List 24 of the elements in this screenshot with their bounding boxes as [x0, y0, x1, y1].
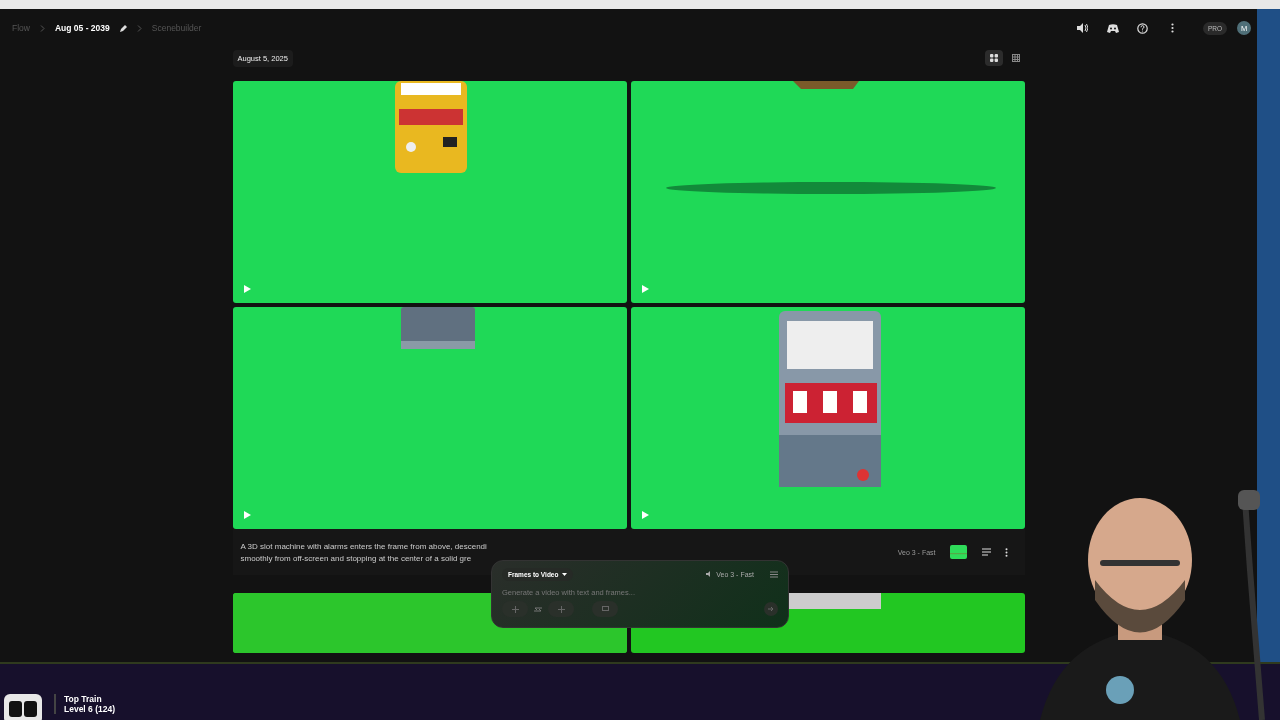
chevron-icon [39, 24, 45, 32]
ingredients-button[interactable] [592, 601, 618, 617]
plus-icon [557, 605, 565, 613]
grid-view-button[interactable] [984, 50, 1003, 66]
chevron-icon [136, 24, 142, 32]
pencil-icon[interactable] [119, 24, 127, 32]
channel-logo [4, 694, 42, 720]
prompt-text: A 3D slot machine with alarms enters the frame from above, descendi [240, 541, 487, 551]
prompt-text: smoothly from off-screen and stopping at the center of a solid gre [240, 553, 473, 563]
caret-icon [562, 572, 568, 576]
arrow-icon [768, 606, 774, 612]
table-icon [1011, 54, 1020, 62]
overlay-subtitle: Level 6 (124) [64, 704, 116, 714]
swap-icon[interactable] [534, 605, 542, 613]
grid-icon [989, 54, 998, 62]
breadcrumb-link[interactable]: Aug 05 - 2039 [54, 23, 110, 33]
help-icon[interactable] [1134, 20, 1151, 36]
frame-icon [601, 605, 609, 613]
settings-icon[interactable] [770, 570, 778, 578]
frame-thumbnail[interactable] [949, 545, 967, 559]
add-frame-button[interactable] [548, 601, 574, 617]
overlay-title: Top Train [64, 694, 103, 704]
add-frame-button[interactable] [502, 601, 528, 617]
plus-icon [511, 605, 519, 613]
